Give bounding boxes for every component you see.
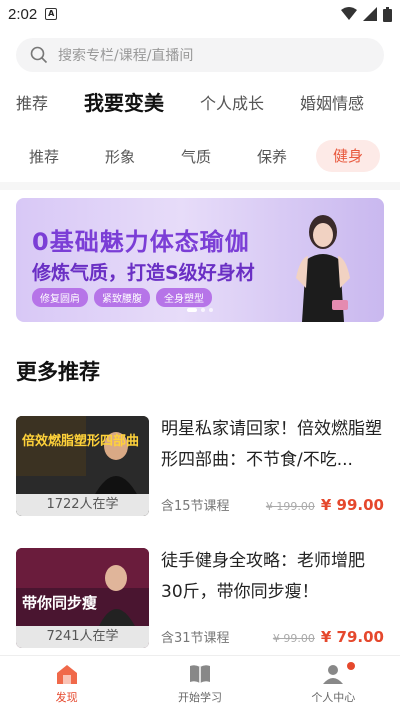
main-category-tabs: 推荐 我要变美 个人成长 婚姻情感 亲子 [0,72,400,124]
banner-chip: 修复圆肩 [32,288,88,307]
banner-pagination [187,308,213,312]
banner-subline: 修炼气质，打造S级好身材 [32,262,255,284]
sub-category-tabs: 推荐 形象 气质 保养 健身 [0,130,400,182]
nav-label: 发现 [55,690,78,704]
divider [0,182,400,190]
search-icon [30,46,48,64]
notification-icon: A [45,8,58,20]
cell-signal-icon [363,7,377,21]
tab-personal-growth[interactable]: 个人成长 [200,90,264,124]
notification-dot [347,662,356,670]
subtab-skincare[interactable]: 保养 [234,146,310,167]
tab-marriage[interactable]: 婚姻情感 [300,90,364,124]
bottom-navigation: 发现 开始学习 个人中心 [0,655,400,711]
lesson-count: 含15节课程 [161,499,230,514]
course-title: 明星私家请回家！倍效燃脂塑形四部曲：不节食/不吃... [161,419,382,470]
search-input[interactable]: 搜索专栏/课程/直播间 [58,45,193,65]
learner-count: 7241人在学 [16,626,149,648]
subtab-temperament[interactable]: 气质 [158,146,234,167]
original-price: ¥ 99.00 [272,632,315,645]
thumbnail-text: 带你同步瘦 [22,594,98,612]
subtab-fitness[interactable]: 健身 [316,140,380,172]
sale-price: ¥ 79.00 [320,628,384,646]
banner-chip: 紧致腰腹 [94,288,150,307]
course-title: 徒手健身全攻略：老师增肥30斤，带你同步瘦！ [161,551,365,602]
nav-start-learning[interactable]: 开始学习 [133,656,266,711]
sale-price: ¥ 99.00 [320,496,384,514]
section-title: 更多推荐 [16,360,100,384]
learner-count: 1722人在学 [16,494,149,516]
nav-label: 个人中心 [311,690,356,704]
status-time: 2:02 [8,5,38,23]
tab-recommend[interactable]: 推荐 [16,90,48,124]
course-card[interactable]: 倍效燃脂塑形四部曲 1722人在学 明星私家请回家！倍效燃脂塑形四部曲：不节食/… [16,416,384,516]
thumbnail-text: 倍效燃脂塑形四部曲 [22,434,140,449]
nav-label: 开始学习 [177,690,222,704]
battery-icon [383,6,392,22]
lesson-count: 含31节课程 [161,631,230,646]
banner-chips: 修复圆肩 紧致腰腹 全身塑型 [32,288,212,307]
book-icon [189,664,210,683]
course-thumbnail: 带你同步瘦 7241人在学 [16,548,149,648]
nav-profile[interactable]: 个人中心 [267,656,400,711]
search-bar[interactable]: 搜索专栏/课程/直播间 [16,38,384,72]
tab-beauty[interactable]: 我要变美 [84,87,164,124]
subtab-recommend[interactable]: 推荐 [6,146,82,167]
course-thumbnail: 倍效燃脂塑形四部曲 1722人在学 [16,416,149,516]
promo-banner[interactable]: 0基础魅力体态瑜伽 修炼气质，打造S级好身材 修复圆肩 紧致腰腹 全身塑型 [16,198,384,322]
banner-headline: 0基础魅力体态瑜伽 [32,228,250,256]
course-card[interactable]: 带你同步瘦 7241人在学 徒手健身全攻略：老师增肥30斤，带你同步瘦！ 含31… [16,548,384,648]
subtab-image[interactable]: 形象 [82,146,158,167]
wifi-icon [341,7,357,20]
user-icon [323,664,344,684]
banner-chip: 全身塑型 [156,288,212,307]
nav-discover[interactable]: 发现 [0,656,133,711]
banner-instructor-image [296,215,350,322]
original-price: ¥ 199.00 [265,500,315,513]
home-icon [56,664,77,684]
status-bar: 2:02 A [0,0,400,28]
